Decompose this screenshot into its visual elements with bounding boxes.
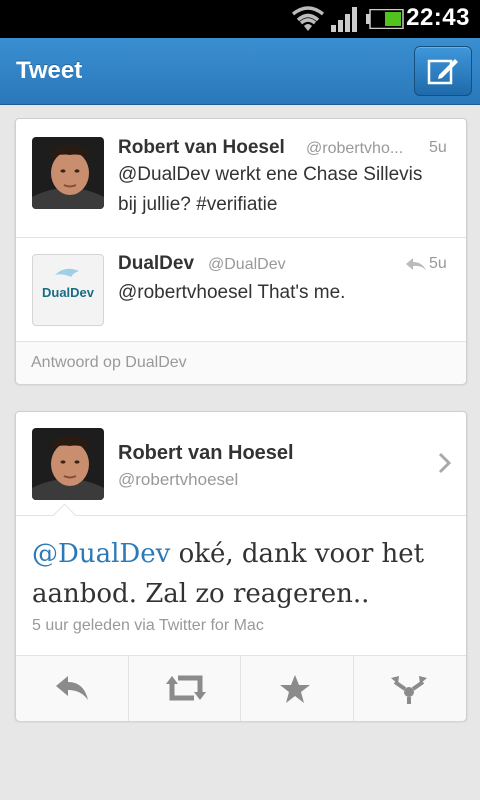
conversation-card: Robert van Hoesel @robertvho... 5u @Dual…	[15, 118, 467, 384]
reply-bar[interactable]: Antwoord op DualDev	[16, 341, 466, 384]
tweet-author-handle: @robertvho...	[306, 140, 404, 157]
tweet-author-name: DualDev	[118, 253, 195, 274]
tweet-author-name: Robert van Hoesel	[118, 137, 285, 158]
tweet-text-line: bij jullie? #verifiatie	[118, 194, 278, 215]
status-bar: 22:43	[0, 0, 480, 38]
tweet-age: 5u	[429, 255, 447, 272]
author-name: Robert van Hoesel	[118, 442, 294, 464]
reply-button[interactable]	[16, 656, 129, 721]
tweet-text: @robertvhoesel That's me.	[118, 282, 346, 303]
battery-icon	[366, 9, 404, 29]
author-row[interactable]: Robert van Hoesel @robertvhoesel	[16, 412, 466, 516]
chevron-right-icon	[438, 452, 452, 474]
share-icon	[391, 676, 427, 704]
share-button[interactable]	[353, 656, 465, 721]
retweet-icon	[166, 675, 206, 701]
mention-link[interactable]: @DualDev	[32, 539, 170, 569]
reply-label: Antwoord op DualDev	[31, 354, 187, 371]
author-handle: @robertvhoesel	[118, 470, 239, 489]
favorite-icon	[280, 675, 310, 703]
dualdev-logo: DualDev	[42, 285, 95, 300]
tweet-author-handle: @DualDev	[208, 256, 286, 273]
page-title: Tweet	[16, 57, 83, 84]
tweet-meta: 5 uur geleden via Twitter for Mac	[32, 617, 264, 634]
tweet-actions	[16, 655, 466, 721]
tweet-detail-card: Robert van Hoesel @robertvhoesel @DualDe…	[15, 411, 467, 721]
tweet-text: @DualDev werkt ene Chase Sillevis bij ju…	[118, 160, 422, 220]
reply-icon	[56, 676, 88, 700]
tweet-text-line: @DualDev werkt ene Chase Sillevis	[118, 164, 423, 185]
status-time: 22:43	[406, 4, 470, 31]
compose-button[interactable]	[414, 46, 472, 96]
tweet-body: @DualDev oké, dank voor het aanbod. Zal …	[32, 534, 452, 614]
avatar[interactable]: DualDev	[32, 254, 104, 326]
reply-icon	[406, 258, 426, 270]
tweet-age: 5u	[429, 139, 447, 156]
signal-icon	[331, 7, 357, 32]
favorite-button[interactable]	[241, 656, 354, 721]
avatar[interactable]	[32, 428, 104, 500]
action-bar: Tweet	[0, 38, 480, 105]
retweet-button[interactable]	[128, 656, 241, 721]
conversation-tweet[interactable]: Robert van Hoesel @robertvho... 5u @Dual…	[16, 119, 466, 237]
avatar[interactable]	[32, 137, 104, 209]
conversation-tweet[interactable]: DualDev DualDev @DualDev 5u @robertvhoes…	[16, 238, 466, 341]
compose-icon	[427, 59, 458, 85]
wifi-icon	[291, 6, 325, 31]
